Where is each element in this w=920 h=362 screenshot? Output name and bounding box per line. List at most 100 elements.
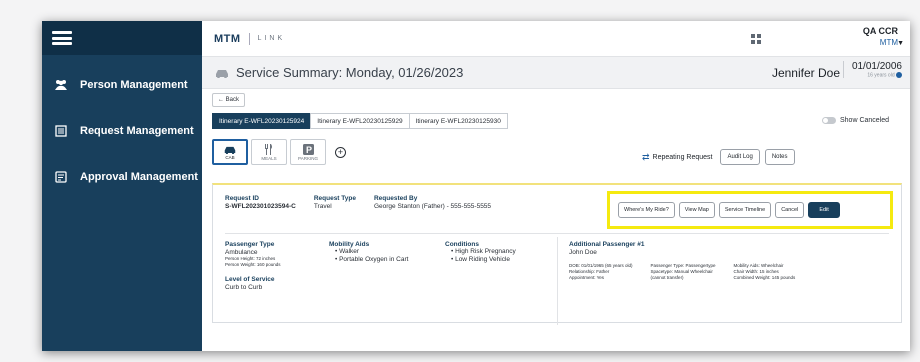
logo[interactable]: MTM LINK [214,32,286,45]
vertical-divider [557,237,558,325]
patient-name: Jennifer Doe [771,66,840,80]
requested-by-value: George Stanton (Father) - 555-555-5555 [373,203,492,210]
utensils-icon [265,143,272,155]
list-item: • Portable Oxygen in Cart [335,256,409,263]
hamburger-menu-icon[interactable] [52,31,72,45]
screenshot-backdrop: Person Management Request Management App… [0,0,920,362]
request-summary: Request ID S-WFL202301023594-C Request T… [225,195,509,210]
highlighted-action-group: Where's My Ride? View Map Service Timeli… [607,191,893,229]
field-label: Level of Service [225,276,275,283]
toggle-switch[interactable] [822,117,836,124]
tab-itinerary-1[interactable]: Itinerary E-WFL20230125924 [212,113,312,129]
field-label: Mobility Aids [329,241,370,248]
repeat-icon: ⇄ [642,151,650,162]
additional-passenger-name: John Doe [569,249,597,256]
field-label: Passenger Type [225,241,275,248]
sidebar-item-label: Request Management [80,125,194,137]
logo-product: LINK [257,35,286,42]
sidebar-item-label: Person Management [80,79,188,91]
conditions-column: Conditions • High Risk Pregnancy • Low R… [445,241,516,264]
logo-divider [248,32,250,45]
svg-text:P: P [306,145,312,155]
sidebar-item-request-management[interactable]: Request Management [42,119,202,143]
user-org: MTM [879,38,898,47]
dob-date: 01/01/2006 [851,61,902,72]
top-bar: MTM LINK QA CCR MTM ▼ [202,21,910,57]
caret-down-icon: ▼ [897,40,904,47]
sidebar-item-person-management[interactable]: Person Management [42,73,202,97]
patient-age: 16 years old [852,72,902,78]
divider [225,233,889,234]
additional-passenger-col-2: Passenger Type: Passengertype Spacetype:… [651,263,716,281]
sidebar-item-approval-management[interactable]: Approval Management [42,165,202,189]
passenger-type-column: Passenger Type Ambulance Person Height: … [225,241,280,291]
additional-passenger-col-3: Mobility Aids: Wheelchair Chair Width: 1… [734,263,796,281]
request-card: Request ID S-WFL202301023594-C Request T… [212,183,902,325]
logo-brand: MTM [214,32,241,45]
show-canceled-label: Show Canceled [840,117,890,124]
user-name: QA CCR [862,26,898,36]
service-types: CAB MEALS P PARKING + [212,139,346,165]
service-meals[interactable]: MEALS [251,139,287,165]
tab-itinerary-3[interactable]: Itinerary E-WFL20230125930 [408,113,508,129]
title-bar: Service Summary: Monday, 01/26/2023 Jenn… [202,57,910,89]
show-canceled-toggle[interactable]: Show Canceled [822,117,889,124]
app-window: Person Management Request Management App… [42,21,910,351]
sidebar-header [42,21,202,55]
age-text: 16 years old [867,72,895,79]
service-label: PARKING [298,155,318,161]
field-label: Conditions [445,241,479,248]
list-item: • Low Riding Vehicle [451,256,511,263]
level-of-service-value: Curb to Curb [225,284,263,291]
person-weight: Person Weight: 160 pounds [225,262,281,267]
requested-by-field: Requested By George Stanton (Father) - 5… [374,195,491,210]
page-title: Service Summary: Monday, 01/26/2023 [236,65,464,80]
cancel-button[interactable]: Cancel [775,202,805,218]
service-timeline-button[interactable]: Service Timeline [718,202,772,218]
itinerary-tabs: Itinerary E-WFL20230125924 Itinerary E-W… [212,113,508,129]
main-panel: MTM LINK QA CCR MTM ▼ Service Summary: M… [202,21,910,351]
detail-line: (cannot transfer) [650,275,684,280]
patient-dob: 01/01/2006 16 years old [842,61,902,79]
request-id-value: S-WFL202301023594-C [225,203,296,210]
request-type-field: Request Type Travel [314,195,356,210]
service-label: MEALS [261,155,277,161]
sidebar-item-label: Approval Management [80,171,198,183]
request-type-value: Travel [313,203,332,210]
additional-passenger-header: Additional Passenger #1 John Doe [569,241,645,256]
people-icon [54,78,68,92]
service-cab[interactable]: CAB [212,139,248,165]
back-button[interactable]: ← Back [212,93,246,107]
request-actions: ⇄ Repeating Request Audit Log Notes [642,149,800,165]
additional-passenger-details: DOB: 01/01/1965 (65 years old) Relations… [569,263,813,281]
field-label: Requested By [373,195,418,202]
tab-itinerary-2[interactable]: Itinerary E-WFL20230125929 [310,113,410,129]
audit-log-button[interactable]: Audit Log [720,149,760,165]
list-item: • Walker [335,248,360,255]
field-label: Request ID [225,195,259,202]
edit-button[interactable]: Edit [808,202,840,218]
user-menu[interactable]: QA CCR MTM ▼ [862,26,904,47]
request-id-field: Request ID S-WFL202301023594-C [225,195,296,210]
passenger-type-value: Ambulance [225,249,258,256]
service-label: CAB [225,154,235,160]
field-label: Request Type [313,195,356,202]
parking-icon: P [302,143,314,155]
car-icon [224,146,236,154]
info-icon [896,72,902,78]
notes-button[interactable]: Notes [764,149,795,165]
list-icon [54,124,68,138]
additional-passenger-col-1: DOB: 01/01/1965 (65 years old) Relations… [569,263,633,281]
service-parking[interactable]: P PARKING [290,139,326,165]
apps-grid-icon[interactable] [751,34,761,44]
view-map-button[interactable]: View Map [678,202,715,218]
mobility-aids-column: Mobility Aids • Walker • Portable Oxygen… [329,241,408,264]
field-label: Additional Passenger #1 [569,241,645,248]
detail-line: Combined Weight: 145 pounds [733,275,796,280]
car-icon [216,69,228,78]
list-item: • High Risk Pregnancy [451,248,516,255]
repeating-request-link[interactable]: Repeating Request [653,154,713,161]
wheres-my-ride-button[interactable]: Where's My Ride? [618,202,675,218]
add-service-icon[interactable]: + [335,147,346,158]
sidebar: Person Management Request Management App… [42,21,202,351]
